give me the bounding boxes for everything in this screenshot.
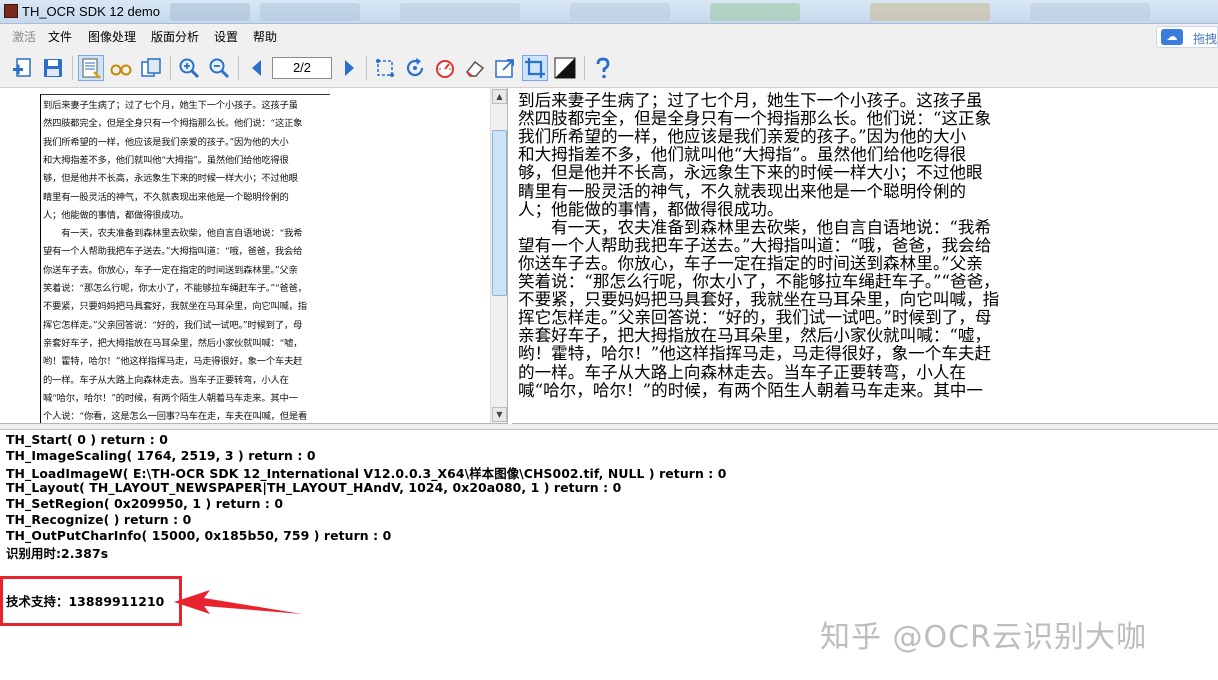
scan-text-line: 哟！霍特，哈尔！”他这样指挥马走，马走得很好，象一个车夫赶: [43, 356, 303, 368]
scan-text-line: 亲套好车子，把大拇指放在马耳朵里，然后小家伙就叫喊：“嘘，: [43, 337, 303, 349]
crop-icon[interactable]: [372, 55, 398, 81]
deskew-icon[interactable]: [432, 55, 458, 81]
scan-text-line: 不要紧，只要妈妈把马具套好，我就坐在马耳朵里，向它叫喊，指: [43, 301, 307, 313]
log-line: TH_ImageScaling( 1764, 2519, 3 ) return …: [6, 448, 316, 463]
glasses-icon[interactable]: [108, 55, 134, 81]
menu-help[interactable]: 帮助: [253, 28, 277, 45]
scan-text-line: 个人说：“你看，这是怎么一回事?马车在走，车夫在叫喊，但是看: [43, 411, 308, 423]
ocr-result-pane[interactable]: 到后来妻子生病了；过了七个月，她生下一个小孩子。这孩子虽 然四肢都完全，但是全身只…: [512, 88, 1218, 424]
log-line: TH_SetRegion( 0x209950, 1 ) return : 0: [6, 496, 284, 511]
scan-text-line: 够，但是他并不长高，永远象生下来的时候一样大小；不过他眼: [43, 173, 298, 185]
scan-text-line: 到后来妻子生病了；过了七个月，她生下一个小孩子。这孩子虽: [43, 100, 298, 111]
resize-icon[interactable]: [492, 55, 518, 81]
scanned-page-image: 到后来妻子生病了；过了七个月，她生下一个小孩子。这孩子虽 然四肢都完全，但是全身只…: [40, 94, 330, 423]
scan-text-line: 睛里有一股灵活的神气，不久就表现出来他是一个聪明伶俐的: [43, 191, 289, 203]
scan-text-line: 挥它怎样走。”父亲回答说：“好的，我们试一试吧。”时候到了，母: [43, 319, 303, 331]
rotate-icon[interactable]: [402, 55, 428, 81]
log-line: 识别用时:2.387s: [6, 546, 109, 561]
share-button[interactable]: ☁ 拖拽: [1156, 26, 1218, 48]
scan-text-line: 的一样。车子从大路上向森林走去。当车子正要转弯，小人在: [43, 374, 289, 386]
log-line: TH_Recognize( ) return : 0: [6, 512, 192, 527]
window-title: TH_OCR SDK 12 demo: [22, 4, 160, 19]
erase-icon[interactable]: [462, 55, 488, 81]
image-vertical-scrollbar[interactable]: ▲ ▼: [490, 88, 507, 423]
scan-text-line: 然四肢都完全，但是全身只有一个拇指那么长。他们说：“这正象: [43, 118, 303, 130]
scroll-down-arrow[interactable]: ▼: [492, 407, 507, 422]
next-page-icon[interactable]: [336, 55, 362, 81]
toolbar: 2/2: [0, 48, 1218, 88]
log-line: TH_Start( 0 ) return : 0: [6, 432, 168, 447]
scan-text-line: 我们所希望的一样，他应该是我们亲爱的孩子。”因为他的大小: [43, 136, 289, 148]
scan-text-line: 喊“哈尔，哈尔！”的时候，有两个陌生人朝着马车走来。其中一: [43, 392, 298, 404]
scan-text-line: 你送车子去。你放心，车子一定在指定的时间送到森林里。”父亲: [43, 264, 298, 276]
log-line: TH_Layout( TH_LAYOUT_NEWSPAPER|TH_LAYOUT…: [6, 480, 622, 495]
zoom-out-icon[interactable]: [206, 55, 232, 81]
scan-text-line: 有一天，农夫准备到森林里去砍柴，他自言自语地说：“我希: [43, 228, 303, 240]
menu-settings[interactable]: 设置: [214, 28, 238, 45]
menu-activate[interactable]: 激活: [12, 28, 36, 45]
menu-file[interactable]: 文件: [48, 28, 72, 45]
prev-page-icon[interactable]: [244, 55, 270, 81]
scan-text-line: 望有一个人帮助我把车子送去。”大拇指叫道：“哦，爸爸，我会给: [43, 246, 303, 258]
watermark: 知乎 @OCR云识别大咖: [820, 620, 1147, 655]
select-region-icon[interactable]: [522, 55, 548, 81]
support-highlight-box: [0, 576, 182, 626]
title-bar: TH_OCR SDK 12 demo: [0, 0, 1218, 24]
image-view-pane[interactable]: 到后来妻子生病了；过了七个月，她生下一个小孩子。这孩子虽 然四肢都完全，但是全身只…: [0, 88, 508, 424]
red-arrow-annotation: [174, 590, 302, 614]
help-icon[interactable]: [590, 55, 616, 81]
background-tabs: [150, 3, 1210, 21]
cloud-icon: ☁: [1161, 29, 1183, 45]
app-icon: [4, 4, 18, 18]
add-page-icon[interactable]: [10, 55, 36, 81]
copy-icon[interactable]: [138, 55, 164, 81]
log-line: TH_OutPutCharInfo( 15000, 0x185b50, 759 …: [6, 528, 392, 543]
zoom-in-icon[interactable]: [176, 55, 202, 81]
save-icon[interactable]: [40, 55, 66, 81]
share-label: 拖拽: [1193, 32, 1218, 46]
scroll-thumb[interactable]: [492, 130, 507, 296]
binarize-icon[interactable]: [552, 55, 578, 81]
menu-bar: 激活 文件 图像处理 版面分析 设置 帮助 ☁ 拖拽: [0, 24, 1218, 48]
scroll-up-arrow[interactable]: ▲: [492, 89, 507, 104]
page-indicator-input[interactable]: 2/2: [272, 57, 332, 79]
menu-layout-analysis[interactable]: 版面分析: [151, 28, 199, 45]
scan-page-icon[interactable]: [78, 55, 104, 81]
scan-text-line: 人；他能做的事情，都做得很成功。: [43, 209, 189, 221]
log-output-pane[interactable]: TH_Start( 0 ) return : 0 TH_ImageScaling(…: [0, 430, 1218, 680]
scan-text-line: 笑着说：“那怎么行呢，你太小了，不能够拉车绳赶车子。”“爸爸，: [43, 283, 307, 294]
ocr-text-line: 喊“哈尔，哈尔！”的时候，有两个陌生人朝着马车走来。其中一: [518, 380, 983, 400]
scan-text-line: 和大拇指差不多，他们就叫他“大拇指”。虽然他们给他吃得很: [43, 154, 289, 166]
menu-image-processing[interactable]: 图像处理: [88, 28, 136, 45]
